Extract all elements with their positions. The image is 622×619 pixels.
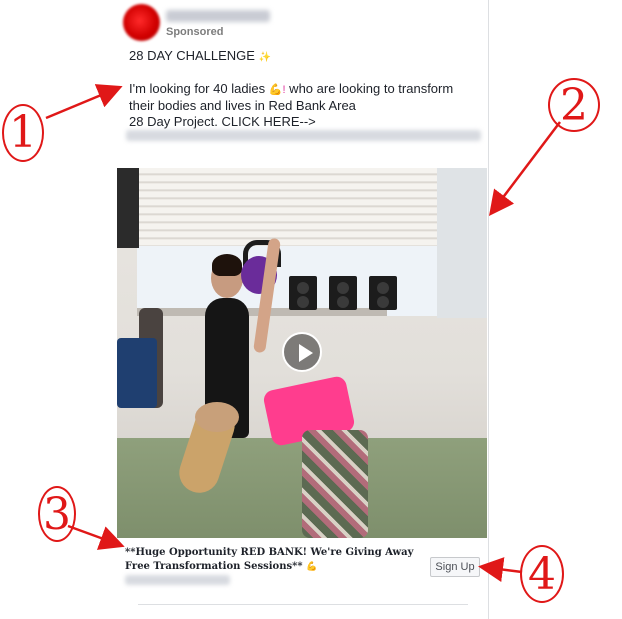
link-title-text: **Huge Opportunity RED BANK! We're Givin… — [125, 547, 414, 572]
flexed-bicep-icon: 💪 — [306, 562, 318, 572]
link-domain-redacted — [125, 575, 230, 585]
sparkles-icon: ✨ — [258, 52, 271, 63]
callout-4: 4 — [520, 545, 564, 603]
play-triangle — [299, 344, 313, 362]
window-blinds — [137, 168, 437, 246]
athlete-head — [195, 402, 239, 432]
callout-3: 3 — [38, 486, 76, 542]
athlete-leggings — [302, 430, 368, 538]
post-headline: 28 DAY CHALLENGE ✨ — [129, 48, 271, 63]
body-paragraph: I'm looking for 40 ladies 💪! who are loo… — [129, 81, 479, 114]
page-name-redacted[interactable] — [166, 10, 270, 22]
speaker — [329, 276, 357, 310]
post-body: I'm looking for 40 ladies 💪! who are loo… — [129, 81, 479, 130]
speaker — [289, 276, 317, 310]
divider — [138, 604, 468, 605]
trainer-hair — [212, 254, 242, 276]
link-title[interactable]: **Huge Opportunity RED BANK! We're Givin… — [125, 546, 415, 574]
post-link-redacted[interactable] — [126, 130, 481, 141]
flexed-bicep-icon: 💪! — [268, 84, 286, 96]
window-shade — [437, 168, 487, 318]
video-player[interactable] — [117, 168, 487, 538]
speaker — [369, 276, 397, 310]
body-cta-line: 28 Day Project. CLICK HERE--> — [129, 114, 316, 129]
play-icon[interactable] — [282, 332, 322, 372]
sign-up-button[interactable]: Sign Up — [430, 557, 480, 577]
callout-1: 1 — [2, 104, 44, 162]
headline-text: 28 DAY CHALLENGE — [129, 48, 255, 63]
gym-bag — [117, 338, 157, 408]
body-text-a: I'm looking for 40 ladies — [129, 81, 266, 96]
page-avatar[interactable] — [123, 4, 160, 41]
arrow-2 — [488, 121, 561, 216]
storage-shelf — [117, 168, 139, 248]
callout-2: 2 — [548, 78, 600, 132]
sponsored-label: Sponsored — [166, 26, 224, 38]
arrow-1 — [45, 84, 123, 120]
